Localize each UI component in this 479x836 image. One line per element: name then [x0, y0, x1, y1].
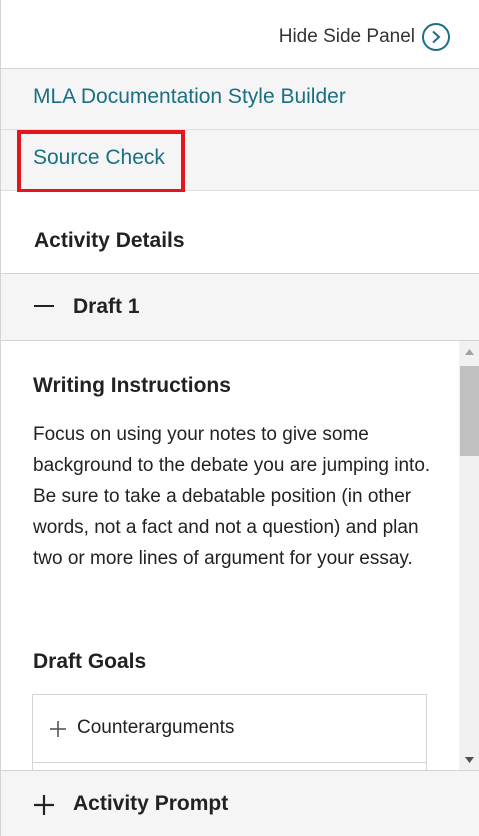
- goal-item-counterarguments[interactable]: Counterarguments: [33, 695, 426, 763]
- draft-goals-list: Counterarguments: [32, 694, 427, 770]
- plus-icon: [34, 795, 54, 815]
- scroll-up-arrow-icon[interactable]: [459, 341, 479, 362]
- draft-goals-title: Draft Goals: [33, 650, 147, 673]
- highlight-box: [17, 130, 185, 193]
- content-scrollbar[interactable]: [459, 341, 479, 770]
- draft-content-area: Writing Instructions Focus on using your…: [1, 341, 459, 770]
- goal-label: Counterarguments: [77, 717, 235, 738]
- minus-icon: [34, 305, 54, 307]
- activity-details-header: Activity Details: [1, 192, 479, 274]
- writing-instructions-text: Focus on using your notes to give some b…: [33, 424, 431, 569]
- draft-1-label: Draft 1: [73, 295, 140, 318]
- mla-style-builder-link[interactable]: MLA Documentation Style Builder: [33, 85, 346, 109]
- scrollbar-thumb[interactable]: [460, 366, 479, 456]
- plus-icon: [50, 721, 66, 737]
- side-panel: Hide Side Panel MLA Documentation Style …: [0, 0, 479, 836]
- side-panel-header: Hide Side Panel: [1, 0, 479, 69]
- hide-side-panel-button[interactable]: Hide Side Panel: [279, 22, 450, 52]
- nav-row-mla: MLA Documentation Style Builder: [1, 69, 479, 130]
- scroll-down-arrow-icon[interactable]: [459, 749, 479, 770]
- hide-side-panel-label: Hide Side Panel: [278, 26, 415, 47]
- chevron-right-circle-icon: [422, 23, 450, 51]
- activity-prompt-toggle[interactable]: Activity Prompt: [1, 770, 479, 836]
- activity-details-title: Activity Details: [34, 229, 185, 252]
- activity-prompt-label: Activity Prompt: [73, 792, 229, 815]
- writing-instructions-title: Writing Instructions: [33, 374, 231, 397]
- draft-1-toggle[interactable]: Draft 1: [1, 274, 479, 341]
